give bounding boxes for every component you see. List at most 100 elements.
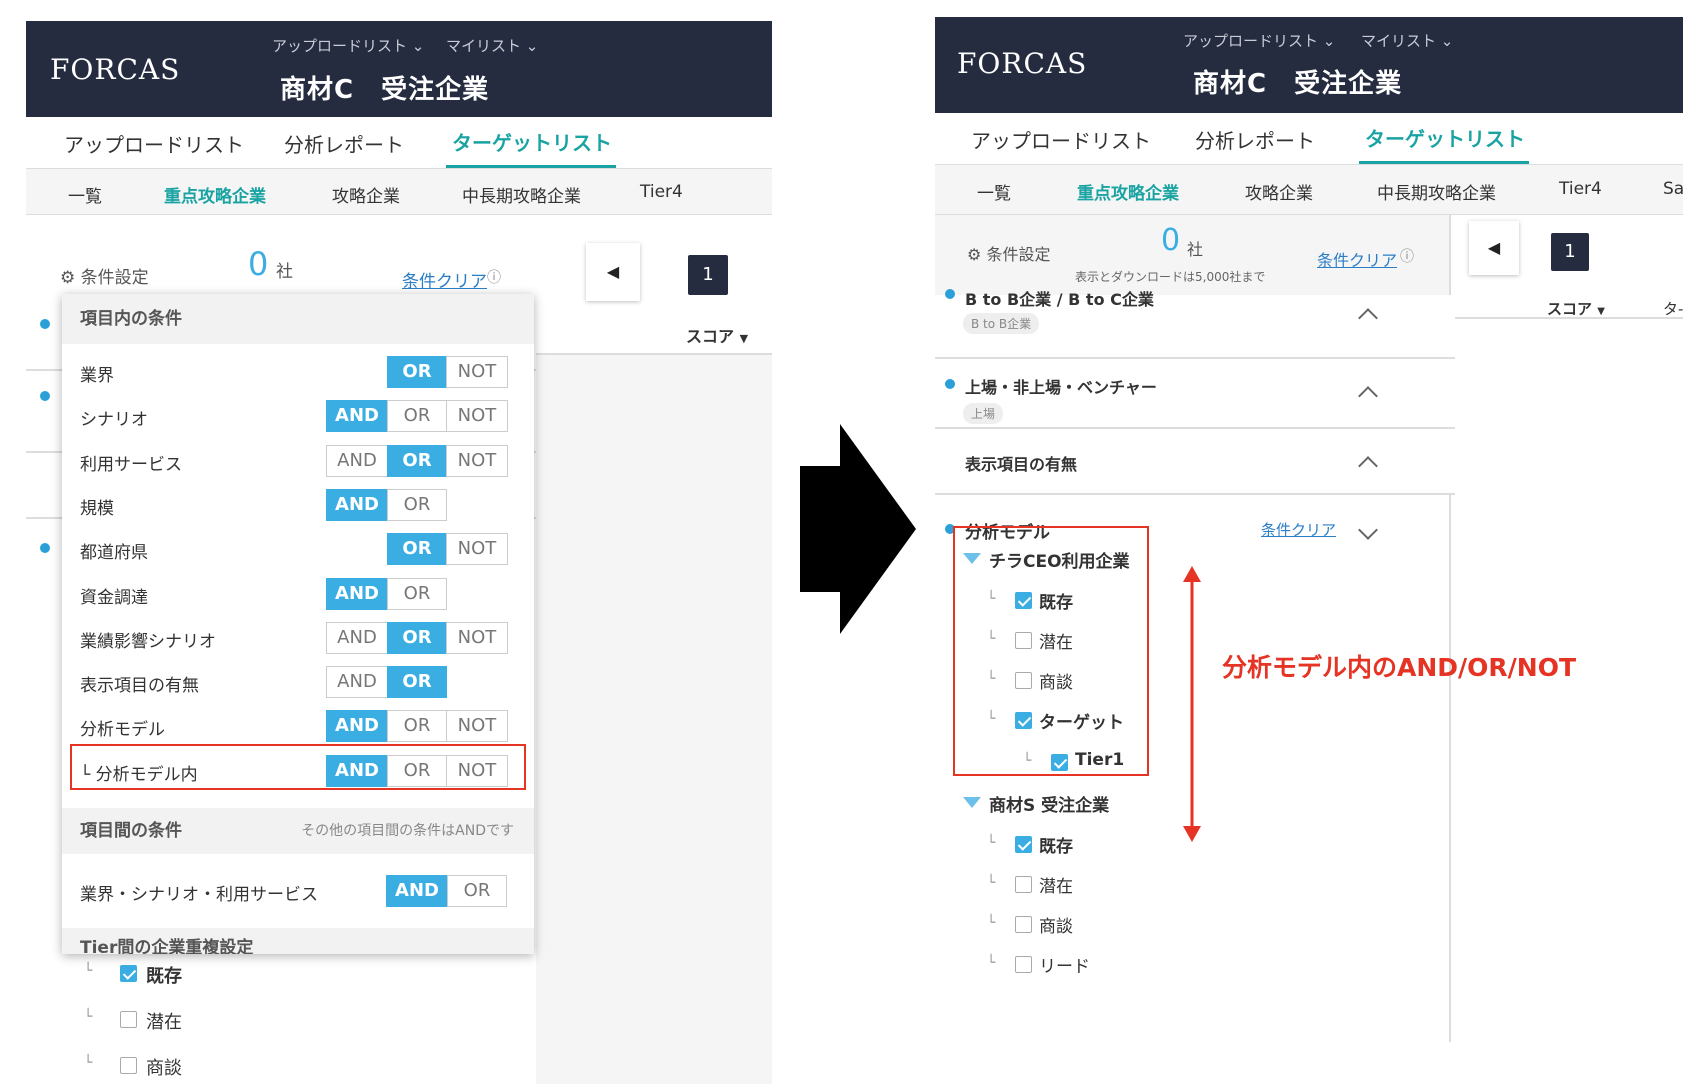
chevron-down-icon[interactable] <box>1358 520 1378 540</box>
option-or[interactable]: OR <box>387 356 447 388</box>
checkbox-existing[interactable] <box>1015 836 1032 853</box>
condition-row: シナリオ AND OR NOT <box>62 394 534 438</box>
option-and[interactable]: AND <box>326 621 388 654</box>
page-number-button[interactable]: 1 <box>688 255 728 295</box>
clear-conditions-link[interactable]: 条件クリア <box>1317 247 1397 271</box>
tab-analysis-report[interactable]: 分析レポート <box>1195 125 1315 154</box>
between-or-option[interactable]: OR <box>447 875 507 907</box>
subtab-more[interactable]: Sa <box>1663 179 1683 199</box>
selected-tag: B to B企業 <box>963 313 1040 334</box>
subtab-all[interactable]: 一覧 <box>68 182 102 207</box>
subtab-attack[interactable]: 攻略企業 <box>332 182 400 207</box>
option-or[interactable]: OR <box>387 577 447 610</box>
checkbox-lead[interactable] <box>1015 956 1032 973</box>
app-header: FORCAS アップロードリスト ⌄ マイリスト ⌄ 商材C 受注企業 <box>935 17 1683 113</box>
between-row: 業界・シナリオ・利用サービス AND OR <box>62 869 534 913</box>
option-not[interactable]: NOT <box>446 400 508 433</box>
next-column-header[interactable]: タ- <box>1663 298 1683 319</box>
condition-row: 都道府県 OR NOT <box>62 527 534 571</box>
left-screenshot: FORCAS アップロードリスト ⌄ マイリスト ⌄ 商材C 受注企業 アップロ… <box>26 21 772 1084</box>
option-and[interactable]: AND <box>326 577 388 610</box>
option-and[interactable]: AND <box>326 444 388 477</box>
section-tier-duplicates: Tier間の企業重複設定 <box>62 928 534 954</box>
prev-page-button[interactable]: ◀ <box>1469 221 1519 275</box>
page-number-button[interactable]: 1 <box>1551 233 1589 271</box>
forcas-logo: FORCAS <box>957 47 1088 80</box>
main-tabs: アップロードリスト 分析レポート ターゲットリスト <box>26 117 772 169</box>
download-note: 表示とダウンロードは5,000社まで <box>1075 270 1266 284</box>
sort-down-icon: ▼ <box>739 332 749 345</box>
condition-settings-button[interactable]: ⚙ 条件設定 <box>967 241 1050 265</box>
option-not[interactable]: NOT <box>446 621 508 654</box>
chevron-down-icon: ⌄ <box>411 37 425 55</box>
condition-settings-button[interactable]: ⚙ 条件設定 <box>60 263 149 288</box>
tree-branch-icon: └ <box>84 1009 93 1025</box>
score-column-header[interactable]: スコア ▼ <box>686 323 748 347</box>
option-not[interactable]: NOT <box>446 710 508 743</box>
subtab-attack[interactable]: 攻略企業 <box>1245 179 1313 204</box>
option-or[interactable]: OR <box>387 533 447 566</box>
clear-conditions-link[interactable]: 条件クリア <box>402 267 487 292</box>
option-or[interactable]: OR <box>387 488 447 521</box>
section-between-items: 項目間の条件 その他の項目間の条件はANDです <box>62 808 534 854</box>
tab-analysis-report[interactable]: 分析レポート <box>284 129 404 158</box>
option-and[interactable]: AND <box>326 488 388 521</box>
my-list-menu[interactable]: マイリスト ⌄ <box>446 35 538 56</box>
caret-down-icon[interactable] <box>963 797 981 808</box>
option-or[interactable]: OR <box>387 400 447 433</box>
checkbox-existing[interactable] <box>120 965 137 982</box>
subtab-all[interactable]: 一覧 <box>977 179 1011 204</box>
option-and[interactable]: AND <box>326 400 388 433</box>
page-title: 商材C 受注企業 <box>280 75 490 105</box>
checkbox-potential[interactable] <box>1015 876 1032 893</box>
tree-item-label: リード <box>1039 957 1090 977</box>
condition-row: 利用サービス AND OR NOT <box>62 439 534 483</box>
option-not[interactable]: NOT <box>446 356 508 388</box>
between-and-option[interactable]: AND <box>386 875 448 907</box>
option-not[interactable]: NOT <box>446 444 508 477</box>
prev-page-button[interactable]: ◀ <box>586 243 640 301</box>
chevron-down-icon: ⌄ <box>1440 32 1454 50</box>
section-display-items[interactable]: 表示項目の有無 <box>935 429 1455 495</box>
checkbox-negotiation[interactable] <box>1015 916 1032 933</box>
tab-upload-list[interactable]: アップロードリスト <box>64 129 244 158</box>
chevron-up-icon[interactable] <box>1358 456 1378 476</box>
subtab-priority[interactable]: 重点攻略企業 <box>1077 179 1179 204</box>
condition-row-label: 資金調達 <box>80 587 148 608</box>
section-listing[interactable]: 上場・非上場・ベンチャー 上場 <box>935 359 1455 429</box>
checkbox-negotiation[interactable] <box>120 1057 137 1074</box>
model-clear-link[interactable]: 条件クリア <box>1261 519 1336 540</box>
double-arrow-icon <box>1183 566 1201 842</box>
chevron-up-icon[interactable] <box>1358 308 1378 328</box>
tab-target-list[interactable]: ターゲットリスト <box>1365 123 1525 152</box>
checkbox-potential[interactable] <box>120 1011 137 1028</box>
option-or[interactable]: OR <box>387 710 447 743</box>
option-or[interactable]: OR <box>387 621 447 654</box>
sub-tabs: 一覧 重点攻略企業 攻略企業 中長期攻略企業 Tier4 Sa <box>935 165 1683 215</box>
tree-item-label: 商談 <box>1039 917 1073 937</box>
option-not[interactable]: NOT <box>446 533 508 566</box>
option-or[interactable]: OR <box>387 444 447 477</box>
right-arrow-icon <box>800 424 916 634</box>
tab-upload-list[interactable]: アップロードリスト <box>971 125 1151 154</box>
my-list-menu[interactable]: マイリスト ⌄ <box>1361 30 1453 51</box>
subtab-mid-long[interactable]: 中長期攻略企業 <box>462 182 581 207</box>
company-count-unit: 社 <box>276 262 293 282</box>
section-btob[interactable]: B to B企業 / B to C企業 B to B企業 <box>935 289 1455 359</box>
chevron-up-icon[interactable] <box>1358 386 1378 406</box>
option-and[interactable]: AND <box>326 666 388 699</box>
upload-list-menu[interactable]: アップロードリスト ⌄ <box>1183 30 1335 51</box>
company-count: 0 <box>248 245 269 283</box>
subtab-tier4[interactable]: Tier4 <box>1559 179 1602 199</box>
upload-list-menu[interactable]: アップロードリスト ⌄ <box>272 35 424 56</box>
score-column-header[interactable]: スコア ▼ <box>1547 298 1605 319</box>
tree-item-label: 潜在 <box>146 1012 182 1033</box>
option-or[interactable]: OR <box>387 666 447 699</box>
subtab-mid-long[interactable]: 中長期攻略企業 <box>1377 179 1496 204</box>
subtab-priority[interactable]: 重点攻略企業 <box>164 182 266 207</box>
between-note: その他の項目間の条件はANDです <box>301 823 514 839</box>
tab-target-list[interactable]: ターゲットリスト <box>452 127 612 156</box>
subtab-tier4[interactable]: Tier4 <box>640 182 683 202</box>
condition-row: 業績影響シナリオ AND OR NOT <box>62 616 534 660</box>
option-and[interactable]: AND <box>326 710 388 743</box>
